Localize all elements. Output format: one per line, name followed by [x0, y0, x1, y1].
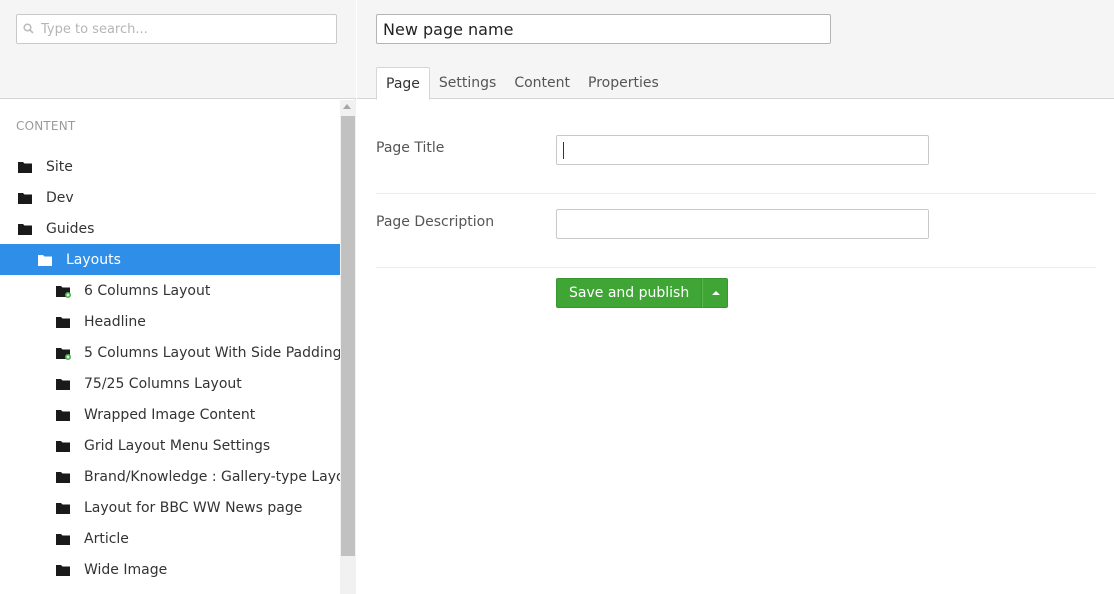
tab-properties[interactable]: Properties — [579, 67, 668, 99]
tree-item-label: Dev — [46, 189, 74, 206]
tree-item[interactable]: Layouts — [0, 244, 340, 275]
page-title-input[interactable] — [556, 135, 929, 165]
tab-content[interactable]: Content — [505, 67, 579, 99]
caret-up-icon — [712, 291, 721, 295]
tree-item-label: 75/25 Columns Layout — [84, 375, 242, 392]
tree-item[interactable]: Wide Image — [0, 554, 340, 585]
editor-header: PageSettingsContentProperties — [357, 0, 1114, 100]
search-box[interactable] — [16, 14, 337, 44]
tree-item[interactable]: 5 Columns Layout With Side Padding — [0, 337, 340, 368]
folder-icon — [56, 564, 70, 576]
tree-item-label: Article — [84, 530, 129, 547]
page-description-label: Page Description — [376, 214, 495, 230]
page-title-row: Page Title — [376, 120, 1096, 194]
tab-settings[interactable]: Settings — [430, 67, 505, 99]
tree-item-label: Brand/Knowledge : Gallery-type Layout — [84, 468, 340, 485]
folder-icon — [56, 502, 70, 514]
folder-add-icon — [56, 285, 71, 298]
tree-item[interactable]: Wrapped Image Content — [0, 399, 340, 430]
scroll-up-arrow-icon[interactable] — [343, 104, 351, 109]
folder-icon — [56, 378, 70, 390]
tree-area: CONTENT Site Dev Guides Layouts 6 Columns La… — [0, 100, 340, 594]
folder-add-icon — [56, 347, 71, 360]
content-tree: Site Dev Guides Layouts 6 Columns Layout Head… — [0, 151, 340, 585]
tree-item[interactable]: Dev — [0, 182, 340, 213]
tree-item[interactable]: Grid Layout Menu Settings — [0, 430, 340, 461]
tree-item[interactable]: Brand/Knowledge : Gallery-type Layout — [0, 461, 340, 492]
save-and-publish-button[interactable]: Save and publish — [556, 278, 703, 308]
folder-icon — [18, 192, 32, 204]
tree-item-label: Layouts — [66, 251, 121, 268]
tree-item-label: Guides — [46, 220, 95, 237]
tree-item[interactable]: Site — [0, 151, 340, 182]
folder-icon — [56, 471, 70, 483]
folder-icon — [56, 409, 70, 421]
tree-item-label: Wrapped Image Content — [84, 406, 256, 423]
content-tree-panel: CONTENT Site Dev Guides Layouts 6 Columns La… — [0, 0, 356, 594]
folder-icon — [56, 440, 70, 452]
tree-item[interactable]: Guides — [0, 213, 340, 244]
editor-tabs: Page Settings Content Properties — [376, 67, 668, 100]
tree-item-label: Wide Image — [84, 561, 168, 578]
folder-icon — [18, 223, 32, 235]
publish-button-group: Save and publish — [556, 278, 729, 308]
tree-item[interactable]: 6 Columns Layout — [0, 275, 340, 306]
search-input[interactable] — [41, 18, 331, 40]
tab-page[interactable]: Page — [376, 67, 430, 100]
folder-icon — [56, 533, 70, 545]
tree-item[interactable]: Headline — [0, 306, 340, 337]
tree-item-label: 5 Columns Layout With Side Padding — [84, 344, 340, 361]
tree-item-label: 6 Columns Layout — [84, 282, 211, 299]
page-description-row: Page Description — [376, 194, 1096, 268]
folder-icon — [38, 254, 52, 266]
tree-item[interactable]: 75/25 Columns Layout — [0, 368, 340, 399]
folder-icon — [18, 161, 32, 173]
tree-header — [0, 0, 356, 99]
folder-icon — [56, 316, 70, 328]
tree-scrollbar[interactable] — [340, 100, 356, 594]
tree-item-label: Site — [46, 158, 73, 175]
tree-item[interactable]: Article — [0, 523, 340, 554]
tree-item-label: Headline — [84, 313, 146, 330]
page-name-input[interactable] — [376, 14, 831, 44]
text-cursor — [563, 142, 564, 159]
tree-item[interactable]: Layout for BBC WW News page — [0, 492, 340, 523]
tree-item-label: Grid Layout Menu Settings — [84, 437, 271, 454]
page-title-label: Page Title — [376, 140, 445, 156]
page-description-input[interactable] — [556, 209, 929, 239]
scroll-thumb[interactable] — [341, 116, 355, 556]
tree-section-label: CONTENT — [16, 119, 76, 133]
page-form: Page Title Page Description — [376, 120, 1096, 268]
tree-item-label: Layout for BBC WW News page — [84, 499, 303, 516]
publish-options-button[interactable] — [702, 278, 729, 308]
search-icon — [23, 23, 34, 34]
